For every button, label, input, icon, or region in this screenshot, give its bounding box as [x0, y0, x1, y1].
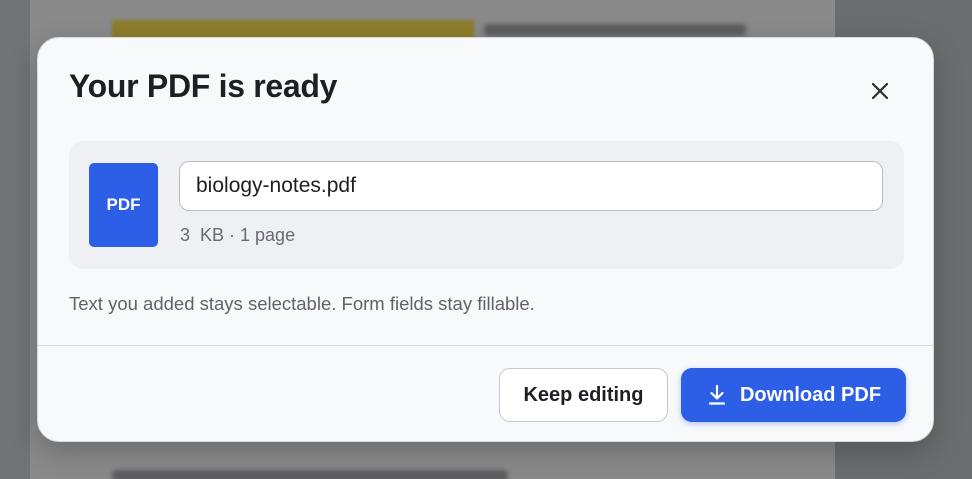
close-button[interactable]	[865, 76, 895, 106]
download-pdf-button[interactable]: Download PDF	[681, 368, 906, 422]
export-dialog: Your PDF is ready PDF 3 KB · 1 page Text…	[37, 37, 934, 442]
file-meta: 3 KB · 1 page	[180, 225, 296, 245]
document-text-blurred	[112, 470, 508, 479]
file-card: PDF 3 KB · 1 page	[69, 141, 904, 269]
download-icon	[706, 383, 728, 407]
close-icon	[871, 82, 889, 100]
dialog-title: Your PDF is ready	[69, 68, 338, 104]
keep-editing-button[interactable]: Keep editing	[499, 368, 668, 422]
workspace-left-panel	[0, 0, 30, 479]
dialog-note: Text you added stays selectable. Form fi…	[69, 293, 535, 314]
filename-input[interactable]	[179, 161, 883, 211]
pdf-file-icon: PDF	[89, 163, 158, 247]
download-button-label: Download PDF	[739, 383, 882, 406]
footer-divider	[38, 345, 933, 346]
document-text-blurred	[484, 24, 746, 36]
